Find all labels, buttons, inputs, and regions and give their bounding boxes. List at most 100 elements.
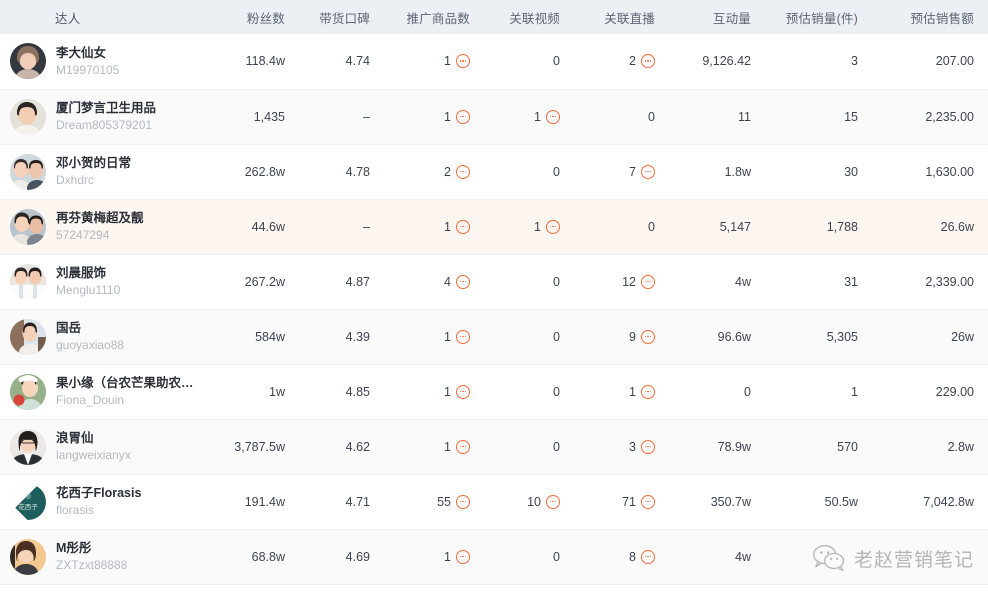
talent-info[interactable]: 再芬黄梅超及靓57247294	[10, 209, 210, 245]
videos-cell: 1	[484, 199, 574, 254]
avatar[interactable]	[10, 539, 46, 575]
avatar[interactable]	[10, 99, 46, 135]
est-volume-cell-value: 1,788	[827, 220, 858, 234]
talent-cell[interactable]: 刘晨服饰Menglu1110	[0, 254, 214, 309]
talent-info[interactable]: 果小缘（台农芒果助农…Fiona_Douin	[10, 374, 210, 410]
avatar[interactable]	[10, 154, 46, 190]
talent-info[interactable]: 刘晨服饰Menglu1110	[10, 264, 210, 300]
talent-info[interactable]: 李大仙女M19970105	[10, 43, 210, 79]
est-sales-cell: 2,235.00	[872, 89, 988, 144]
column-header-lives[interactable]: 关联直播	[574, 0, 669, 34]
talent-info[interactable]: M彤彤ZXTzxt88888	[10, 539, 210, 575]
talent-info[interactable]: 厦门梦言卫生用品Dream805379201	[10, 99, 210, 135]
talent-name: 国岳	[56, 320, 124, 336]
videos-cell-value: 1	[534, 110, 541, 124]
table-row[interactable]: 厦门梦言卫生用品Dream8053792011,435–11011152,235…	[0, 89, 988, 144]
interaction-cell-value: 0	[744, 385, 751, 399]
products-cell: 1	[384, 309, 484, 364]
talent-cell[interactable]: 厦门梦言卫生用品Dream805379201	[0, 89, 214, 144]
talent-info[interactable]: 邓小贺的日常Dxhdrc	[10, 154, 210, 190]
products-cell-value: 1	[444, 330, 451, 344]
info-dots-icon[interactable]	[641, 550, 655, 564]
lives-cell: 3	[574, 419, 669, 474]
talent-info[interactable]: ◎花西子花西子Florasisflorasis	[10, 484, 210, 520]
reputation-cell: 4.85	[299, 364, 384, 419]
lives-cell: 0	[574, 89, 669, 144]
info-dots-icon[interactable]	[456, 440, 470, 454]
table-row[interactable]: ◎花西子花西子Florasisflorasis191.4w4.715510713…	[0, 474, 988, 529]
reputation-cell-value: 4.85	[346, 385, 370, 399]
interaction-cell: 4w	[669, 254, 765, 309]
info-dots-icon[interactable]	[641, 440, 655, 454]
column-header-interaction[interactable]: 互动量	[669, 0, 765, 34]
fans-cell-value: 3,787.5w	[234, 440, 285, 454]
info-dots-icon[interactable]	[456, 385, 470, 399]
talent-cell[interactable]: 再芬黄梅超及靓57247294	[0, 199, 214, 254]
table-row[interactable]: 刘晨服饰Menglu1110267.2w4.8740124w312,339.00	[0, 254, 988, 309]
est-sales-cell-value: 229.00	[936, 385, 974, 399]
info-dots-icon[interactable]	[456, 165, 470, 179]
column-header-reputation[interactable]: 带货口碑	[299, 0, 384, 34]
info-dots-icon[interactable]	[641, 54, 655, 68]
info-dots-icon[interactable]	[641, 385, 655, 399]
fans-cell: 68.8w	[214, 529, 299, 584]
avatar[interactable]	[10, 43, 46, 79]
videos-cell: 0	[484, 34, 574, 89]
info-dots-icon[interactable]	[456, 495, 470, 509]
avatar[interactable]	[10, 429, 46, 465]
info-dots-icon[interactable]	[456, 275, 470, 289]
talent-name: 刘晨服饰	[56, 265, 120, 281]
est-volume-cell	[765, 529, 872, 584]
column-header-fans[interactable]: 粉丝数	[214, 0, 299, 34]
info-dots-icon[interactable]	[641, 330, 655, 344]
talent-cell[interactable]: 国岳guoyaxiao88	[0, 309, 214, 364]
table-row[interactable]: 李大仙女M19970105118.4w4.741029,126.423207.0…	[0, 34, 988, 89]
est-volume-cell-value: 5,305	[827, 330, 858, 344]
talent-info[interactable]: 国岳guoyaxiao88	[10, 319, 210, 355]
svg-text:花西子: 花西子	[18, 502, 38, 511]
table-row[interactable]: M彤彤ZXTzxt8888868.8w4.691084w	[0, 529, 988, 584]
products-cell-value: 1	[444, 110, 451, 124]
talent-cell[interactable]: 浪胃仙langweixianyx	[0, 419, 214, 474]
column-header-est-volume[interactable]: 预估销量(件)	[765, 0, 872, 34]
talent-cell[interactable]: 邓小贺的日常Dxhdrc	[0, 144, 214, 199]
info-dots-icon[interactable]	[546, 110, 560, 124]
talent-cell[interactable]: 李大仙女M19970105	[0, 34, 214, 89]
avatar[interactable]: ◎花西子	[10, 484, 46, 520]
info-dots-icon[interactable]	[641, 495, 655, 509]
info-dots-icon[interactable]	[456, 220, 470, 234]
talent-text: M彤彤ZXTzxt88888	[56, 540, 127, 573]
avatar[interactable]	[10, 264, 46, 300]
reputation-cell: 4.78	[299, 144, 384, 199]
column-header-talent[interactable]: 达人	[0, 0, 214, 34]
avatar[interactable]	[10, 374, 46, 410]
products-cell: 1	[384, 199, 484, 254]
info-dots-icon[interactable]	[641, 165, 655, 179]
talent-text: 浪胃仙langweixianyx	[56, 430, 131, 463]
info-dots-icon[interactable]	[456, 110, 470, 124]
talent-cell[interactable]: M彤彤ZXTzxt88888	[0, 529, 214, 584]
column-header-videos[interactable]: 关联视频	[484, 0, 574, 34]
fans-cell-value: 267.2w	[245, 275, 285, 289]
talent-info[interactable]: 浪胃仙langweixianyx	[10, 429, 210, 465]
est-volume-cell: 3	[765, 34, 872, 89]
talent-cell[interactable]: ◎花西子花西子Florasisflorasis	[0, 474, 214, 529]
info-dots-icon[interactable]	[641, 275, 655, 289]
info-dots-icon[interactable]	[546, 220, 560, 234]
table-row[interactable]: 浪胃仙langweixianyx3,787.5w4.6210378.9w5702…	[0, 419, 988, 474]
talent-ranking-table-panel: 达人 粉丝数 带货口碑 推广商品数 关联视频 关联直播 互动量 预估销量(件) …	[0, 0, 988, 594]
table-row[interactable]: 国岳guoyaxiao88584w4.3910996.6w5,30526w	[0, 309, 988, 364]
avatar[interactable]	[10, 209, 46, 245]
interaction-cell: 5,147	[669, 199, 765, 254]
table-row[interactable]: 再芬黄梅超及靓5724729444.6w–1105,1471,78826.6w	[0, 199, 988, 254]
talent-cell[interactable]: 果小缘（台农芒果助农…Fiona_Douin	[0, 364, 214, 419]
info-dots-icon[interactable]	[456, 54, 470, 68]
table-row[interactable]: 邓小贺的日常Dxhdrc262.8w4.782071.8w301,630.00	[0, 144, 988, 199]
table-row[interactable]: 果小缘（台农芒果助农…Fiona_Douin1w4.8510101229.00	[0, 364, 988, 419]
avatar[interactable]	[10, 319, 46, 355]
column-header-products[interactable]: 推广商品数	[384, 0, 484, 34]
info-dots-icon[interactable]	[546, 495, 560, 509]
info-dots-icon[interactable]	[456, 550, 470, 564]
column-header-est-sales[interactable]: 预估销售额	[872, 0, 988, 34]
info-dots-icon[interactable]	[456, 330, 470, 344]
